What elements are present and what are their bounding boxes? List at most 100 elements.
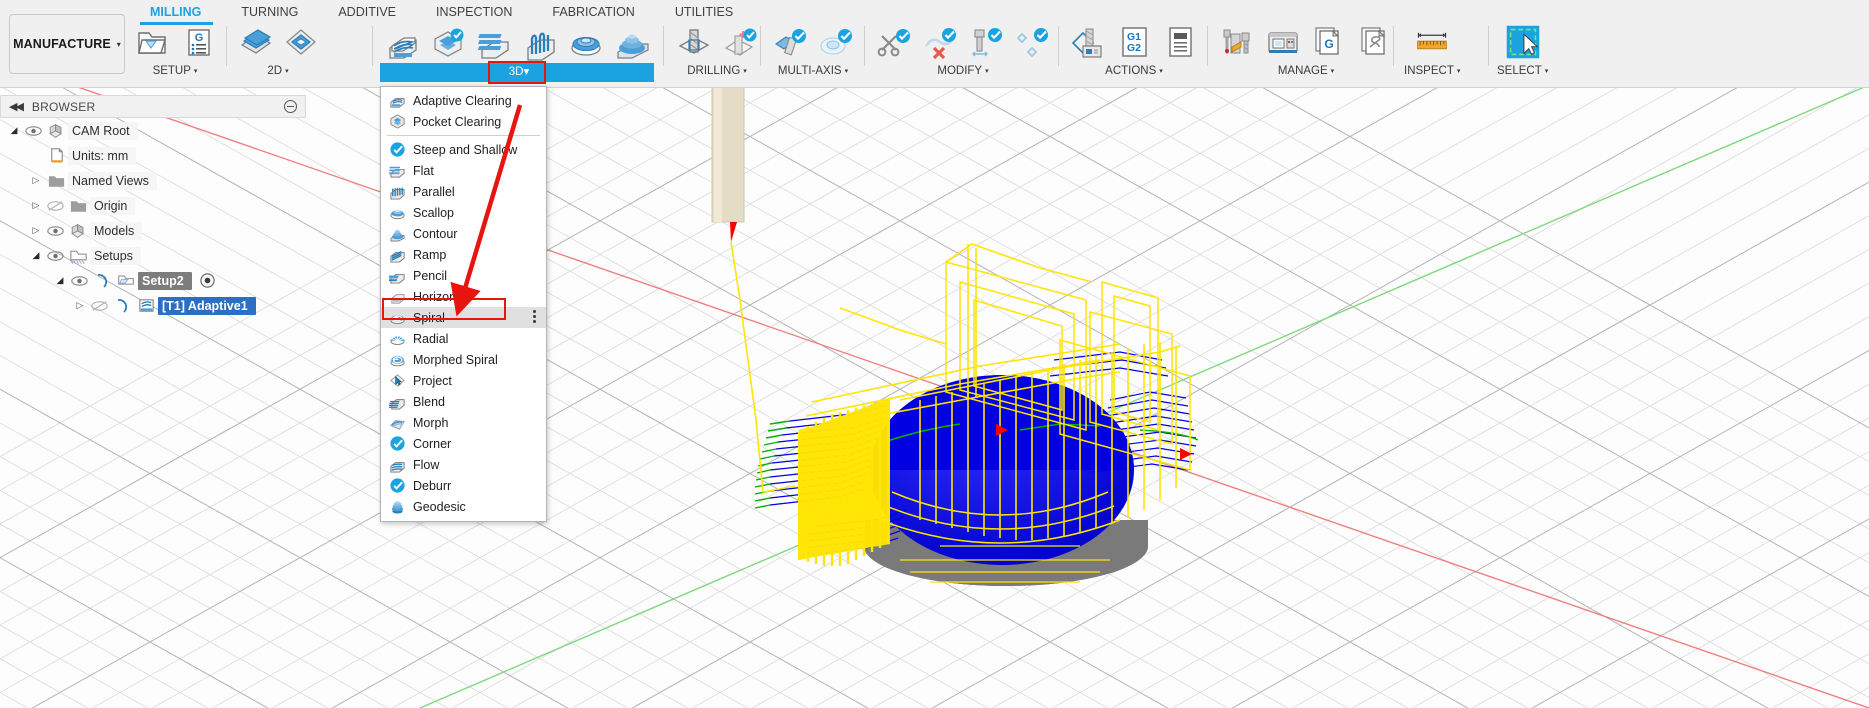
target-dot-icon[interactable]	[196, 272, 220, 289]
tree-row-setup2[interactable]: ◢ Setup2	[0, 268, 306, 293]
menu-item-morph[interactable]: Morph	[381, 412, 546, 433]
menu-item-corner[interactable]: Corner	[381, 433, 546, 454]
menu-item-parallel[interactable]: Parallel	[381, 181, 546, 202]
delete-toolpath-icon[interactable]	[918, 21, 962, 63]
setup-folder-icon[interactable]	[130, 21, 174, 63]
tool-library-icon[interactable]	[1215, 21, 1259, 63]
tree-row-cam-root[interactable]: ◢ CAM Root	[0, 118, 306, 143]
tree-row-setups[interactable]: ◢ Setups	[0, 243, 306, 268]
pocket-clearing-icon[interactable]	[426, 21, 470, 63]
tree-label-named-views[interactable]: Named Views	[68, 171, 157, 190]
menu-item-radial[interactable]: Radial	[381, 328, 546, 349]
menu-item-adaptive-clearing[interactable]: Adaptive Clearing	[381, 90, 546, 111]
tree-label-setups[interactable]: Setups	[90, 246, 141, 265]
expand-twisty-open-icon[interactable]: ◢	[6, 125, 22, 136]
drill-add-icon[interactable]	[718, 21, 762, 63]
visibility-hidden-eye-icon[interactable]	[88, 300, 110, 312]
menu-item-blend[interactable]: Blend	[381, 391, 546, 412]
expand-twisty-closed-icon[interactable]: ▷	[28, 225, 44, 236]
3d-dropdown-button[interactable]: 3D▾	[495, 63, 543, 82]
ribbon-group-label-multiaxis[interactable]: MULTI-AXIS ▾	[778, 65, 848, 77]
menu-item-horizontal[interactable]: Horizontal	[381, 286, 546, 307]
parallel-icon[interactable]	[518, 21, 562, 63]
workspace-switcher-button[interactable]: MANUFACTURE ▾	[9, 14, 125, 74]
adaptive2d-icon[interactable]	[279, 21, 323, 63]
ribbon-group-inspect: INSPECT ▾	[1404, 21, 1460, 85]
menu-item-steep-and-shallow[interactable]: Steep and Shallow	[381, 139, 546, 160]
setup-sheet-icon[interactable]	[1158, 21, 1202, 63]
menu-item-deburr[interactable]: Deburr	[381, 475, 546, 496]
minus-circle-icon[interactable]	[284, 100, 297, 113]
menu-item-flat[interactable]: Flat	[381, 160, 546, 181]
tree-label-units[interactable]: Units: mm	[68, 146, 137, 165]
menu-label: Morphed Spiral	[413, 352, 498, 367]
menu-item-pencil[interactable]: Pencil	[381, 265, 546, 286]
scallop-icon[interactable]	[564, 21, 608, 63]
menu-item-project[interactable]: Project	[381, 370, 546, 391]
ribbon-group-label-inspect[interactable]: INSPECT ▾	[1404, 65, 1460, 77]
template-library-icon[interactable]	[1353, 21, 1397, 63]
visibility-eye-icon[interactable]	[44, 250, 66, 262]
expand-twisty-closed-icon[interactable]: ▷	[28, 200, 44, 211]
swarf-icon[interactable]	[768, 21, 812, 63]
menu-label: Morph	[413, 415, 449, 430]
menu-item-ramp[interactable]: Ramp	[381, 244, 546, 265]
contour-icon[interactable]	[610, 21, 654, 63]
ribbon-group-label-select[interactable]: SELECT ▾	[1497, 65, 1548, 77]
tree-row-named-views[interactable]: ▷ Named Views	[0, 168, 306, 193]
select-label-text: SELECT	[1497, 65, 1542, 77]
select-cursor-icon[interactable]	[1501, 21, 1545, 63]
chevron-down-icon: ▾	[523, 66, 530, 78]
tool-change-icon[interactable]	[964, 21, 1008, 63]
tree-label-setup2[interactable]: Setup2	[138, 271, 192, 290]
ribbon-separator	[1058, 26, 1059, 66]
tree-row-units[interactable]: Units: mm	[0, 143, 306, 168]
tree-row-adaptive1[interactable]: ▷ [T1] Adaptive1	[0, 293, 306, 318]
align-icon[interactable]	[1010, 21, 1054, 63]
ribbon-group-label-manage[interactable]: MANAGE ▾	[1278, 65, 1334, 77]
visibility-eye-icon[interactable]	[68, 275, 90, 287]
post-library-g-icon[interactable]: G	[1307, 21, 1351, 63]
overflow-menu-icon[interactable]	[533, 310, 536, 323]
visibility-eye-icon[interactable]	[22, 125, 44, 137]
expand-twisty-open-icon[interactable]: ◢	[28, 250, 44, 261]
ribbon-group-label-drilling[interactable]: DRILLING ▾	[687, 65, 747, 77]
g-code-list-icon[interactable]: G	[176, 21, 220, 63]
tree-label-cam-root[interactable]: CAM Root	[68, 121, 138, 140]
menu-item-morphed-spiral[interactable]: Morphed Spiral	[381, 349, 546, 370]
tree-label-adaptive1[interactable]: [T1] Adaptive1	[158, 296, 256, 315]
twod-label-text: 2D	[267, 65, 283, 77]
collapse-left-arrows-icon[interactable]: ◀◀	[9, 100, 24, 113]
flat-icon[interactable]	[472, 21, 516, 63]
menu-item-spiral[interactable]: Spiral	[381, 307, 546, 328]
menu-item-geodesic[interactable]: Geodesic	[381, 496, 546, 517]
ribbon-group-label-actions[interactable]: ACTIONS ▾	[1105, 65, 1163, 77]
menu-item-contour[interactable]: Contour	[381, 223, 546, 244]
menu-item-flow[interactable]: Flow	[381, 454, 546, 475]
post-process-g1g2-icon[interactable]: G1 G2	[1112, 21, 1156, 63]
face-icon[interactable]	[233, 21, 277, 63]
visibility-eye-icon[interactable]	[44, 225, 66, 237]
ribbon-group-label-modify[interactable]: MODIFY ▾	[937, 65, 988, 77]
measure-ruler-icon[interactable]	[1410, 21, 1454, 63]
tree-label-models[interactable]: Models	[90, 221, 143, 240]
machine-library-icon[interactable]	[1261, 21, 1305, 63]
expand-twisty-closed-icon[interactable]: ▷	[28, 175, 44, 186]
simulate-icon[interactable]	[1066, 21, 1110, 63]
ribbon-group-label-setup[interactable]: SETUP ▾	[153, 65, 198, 77]
menu-item-scallop[interactable]: Scallop	[381, 202, 546, 223]
scissors-icon[interactable]	[872, 21, 916, 63]
tree-row-origin[interactable]: ▷ Origin	[0, 193, 306, 218]
tree-row-models[interactable]: ▷ Models	[0, 218, 306, 243]
expand-twisty-closed-icon[interactable]: ▷	[72, 300, 88, 311]
visibility-hidden-eye-icon[interactable]	[44, 200, 66, 212]
multiaxis-contour-icon[interactable]	[814, 21, 858, 63]
ribbon-group-label-2d[interactable]: 2D ▾	[267, 65, 288, 77]
folder-icon	[44, 173, 68, 189]
scallop-icon	[388, 204, 406, 222]
menu-item-pocket-clearing[interactable]: Pocket Clearing	[381, 111, 546, 132]
adaptive-clearing-icon[interactable]	[380, 21, 424, 63]
drill-icon[interactable]	[672, 21, 716, 63]
tree-label-origin[interactable]: Origin	[90, 196, 136, 215]
expand-twisty-open-icon[interactable]: ◢	[52, 275, 68, 286]
